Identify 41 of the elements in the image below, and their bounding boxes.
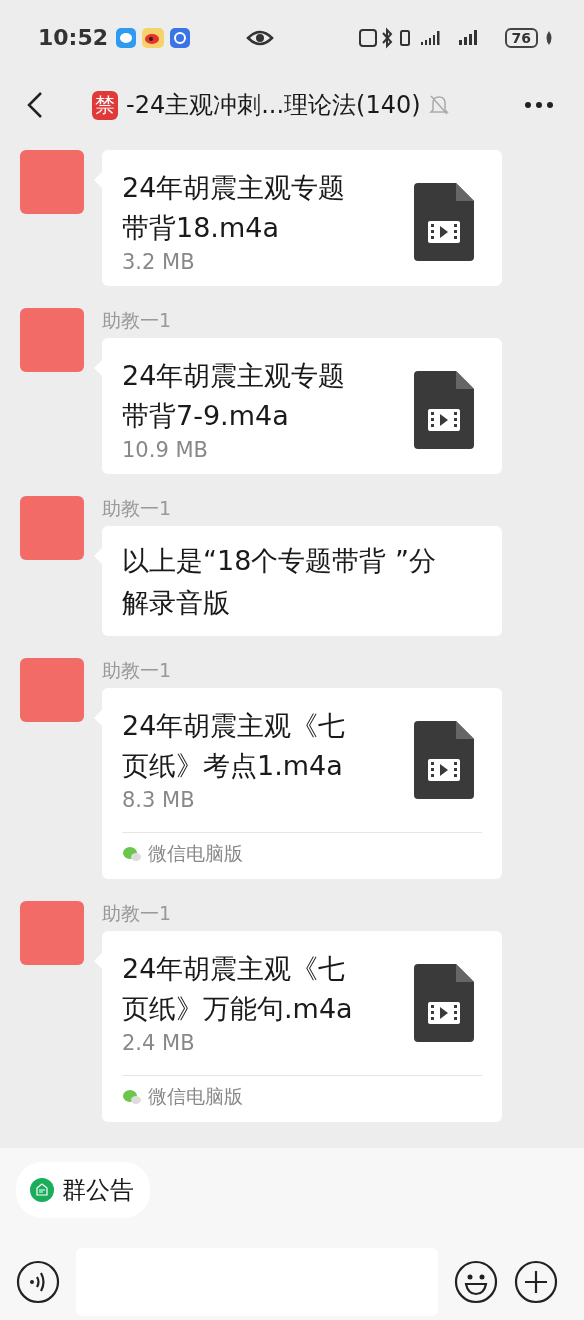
sender-name: 助教一1 (102, 308, 173, 333)
source-label: 微信电脑版 (148, 1084, 243, 1109)
file-size: 10.9 MB (122, 438, 209, 462)
message-text: 以上是“18个专题带背 ”分解录音版 (122, 544, 437, 620)
clock: 10:52 (38, 25, 109, 50)
file-name: 24年胡震主观《七页纸》考点1.m4a (122, 709, 347, 783)
file-size: 3.2 MB (122, 250, 196, 274)
video-file-icon (414, 183, 474, 261)
file-name: 24年胡震主观专题带背18.m4a (122, 171, 347, 245)
source-label: 微信电脑版 (148, 841, 243, 866)
video-file-icon (414, 371, 474, 449)
avatar[interactable] (20, 150, 84, 214)
avatar[interactable] (20, 901, 84, 965)
announcement-button[interactable]: 群公告 (16, 1162, 150, 1218)
video-file-icon (414, 721, 474, 799)
sender-name: 助教一1 (102, 901, 173, 926)
message-app-icon (116, 27, 137, 48)
file-size: 2.4 MB (122, 1031, 196, 1055)
emoji-icon[interactable] (454, 1260, 498, 1304)
banned-emoji: 禁 (92, 90, 118, 120)
chat-title: -24主观冲刺...理论法(140) (126, 90, 421, 121)
plus-icon[interactable] (514, 1260, 558, 1304)
wechat-icon (122, 1089, 142, 1105)
announcement-icon (30, 1178, 54, 1202)
battery-level: 76 (504, 27, 538, 48)
voice-icon[interactable] (16, 1260, 60, 1304)
sender-name: 助教一1 (102, 658, 173, 683)
avatar[interactable] (20, 658, 84, 722)
file-name: 24年胡震主观《七页纸》万能句.m4a (122, 952, 354, 1026)
file-name: 24年胡震主观专题带背7-9.m4a (122, 359, 347, 433)
back-icon[interactable] (26, 91, 44, 119)
video-file-icon (414, 964, 474, 1042)
file-size: 8.3 MB (122, 788, 196, 812)
eye-icon (246, 28, 275, 47)
avatar[interactable] (20, 496, 84, 560)
app-icon (170, 27, 191, 48)
wechat-icon (122, 846, 142, 862)
sender-name: 助教一1 (102, 496, 173, 521)
eye-logo-icon (142, 27, 165, 48)
avatar[interactable] (20, 308, 84, 372)
more-icon[interactable] (524, 101, 554, 109)
